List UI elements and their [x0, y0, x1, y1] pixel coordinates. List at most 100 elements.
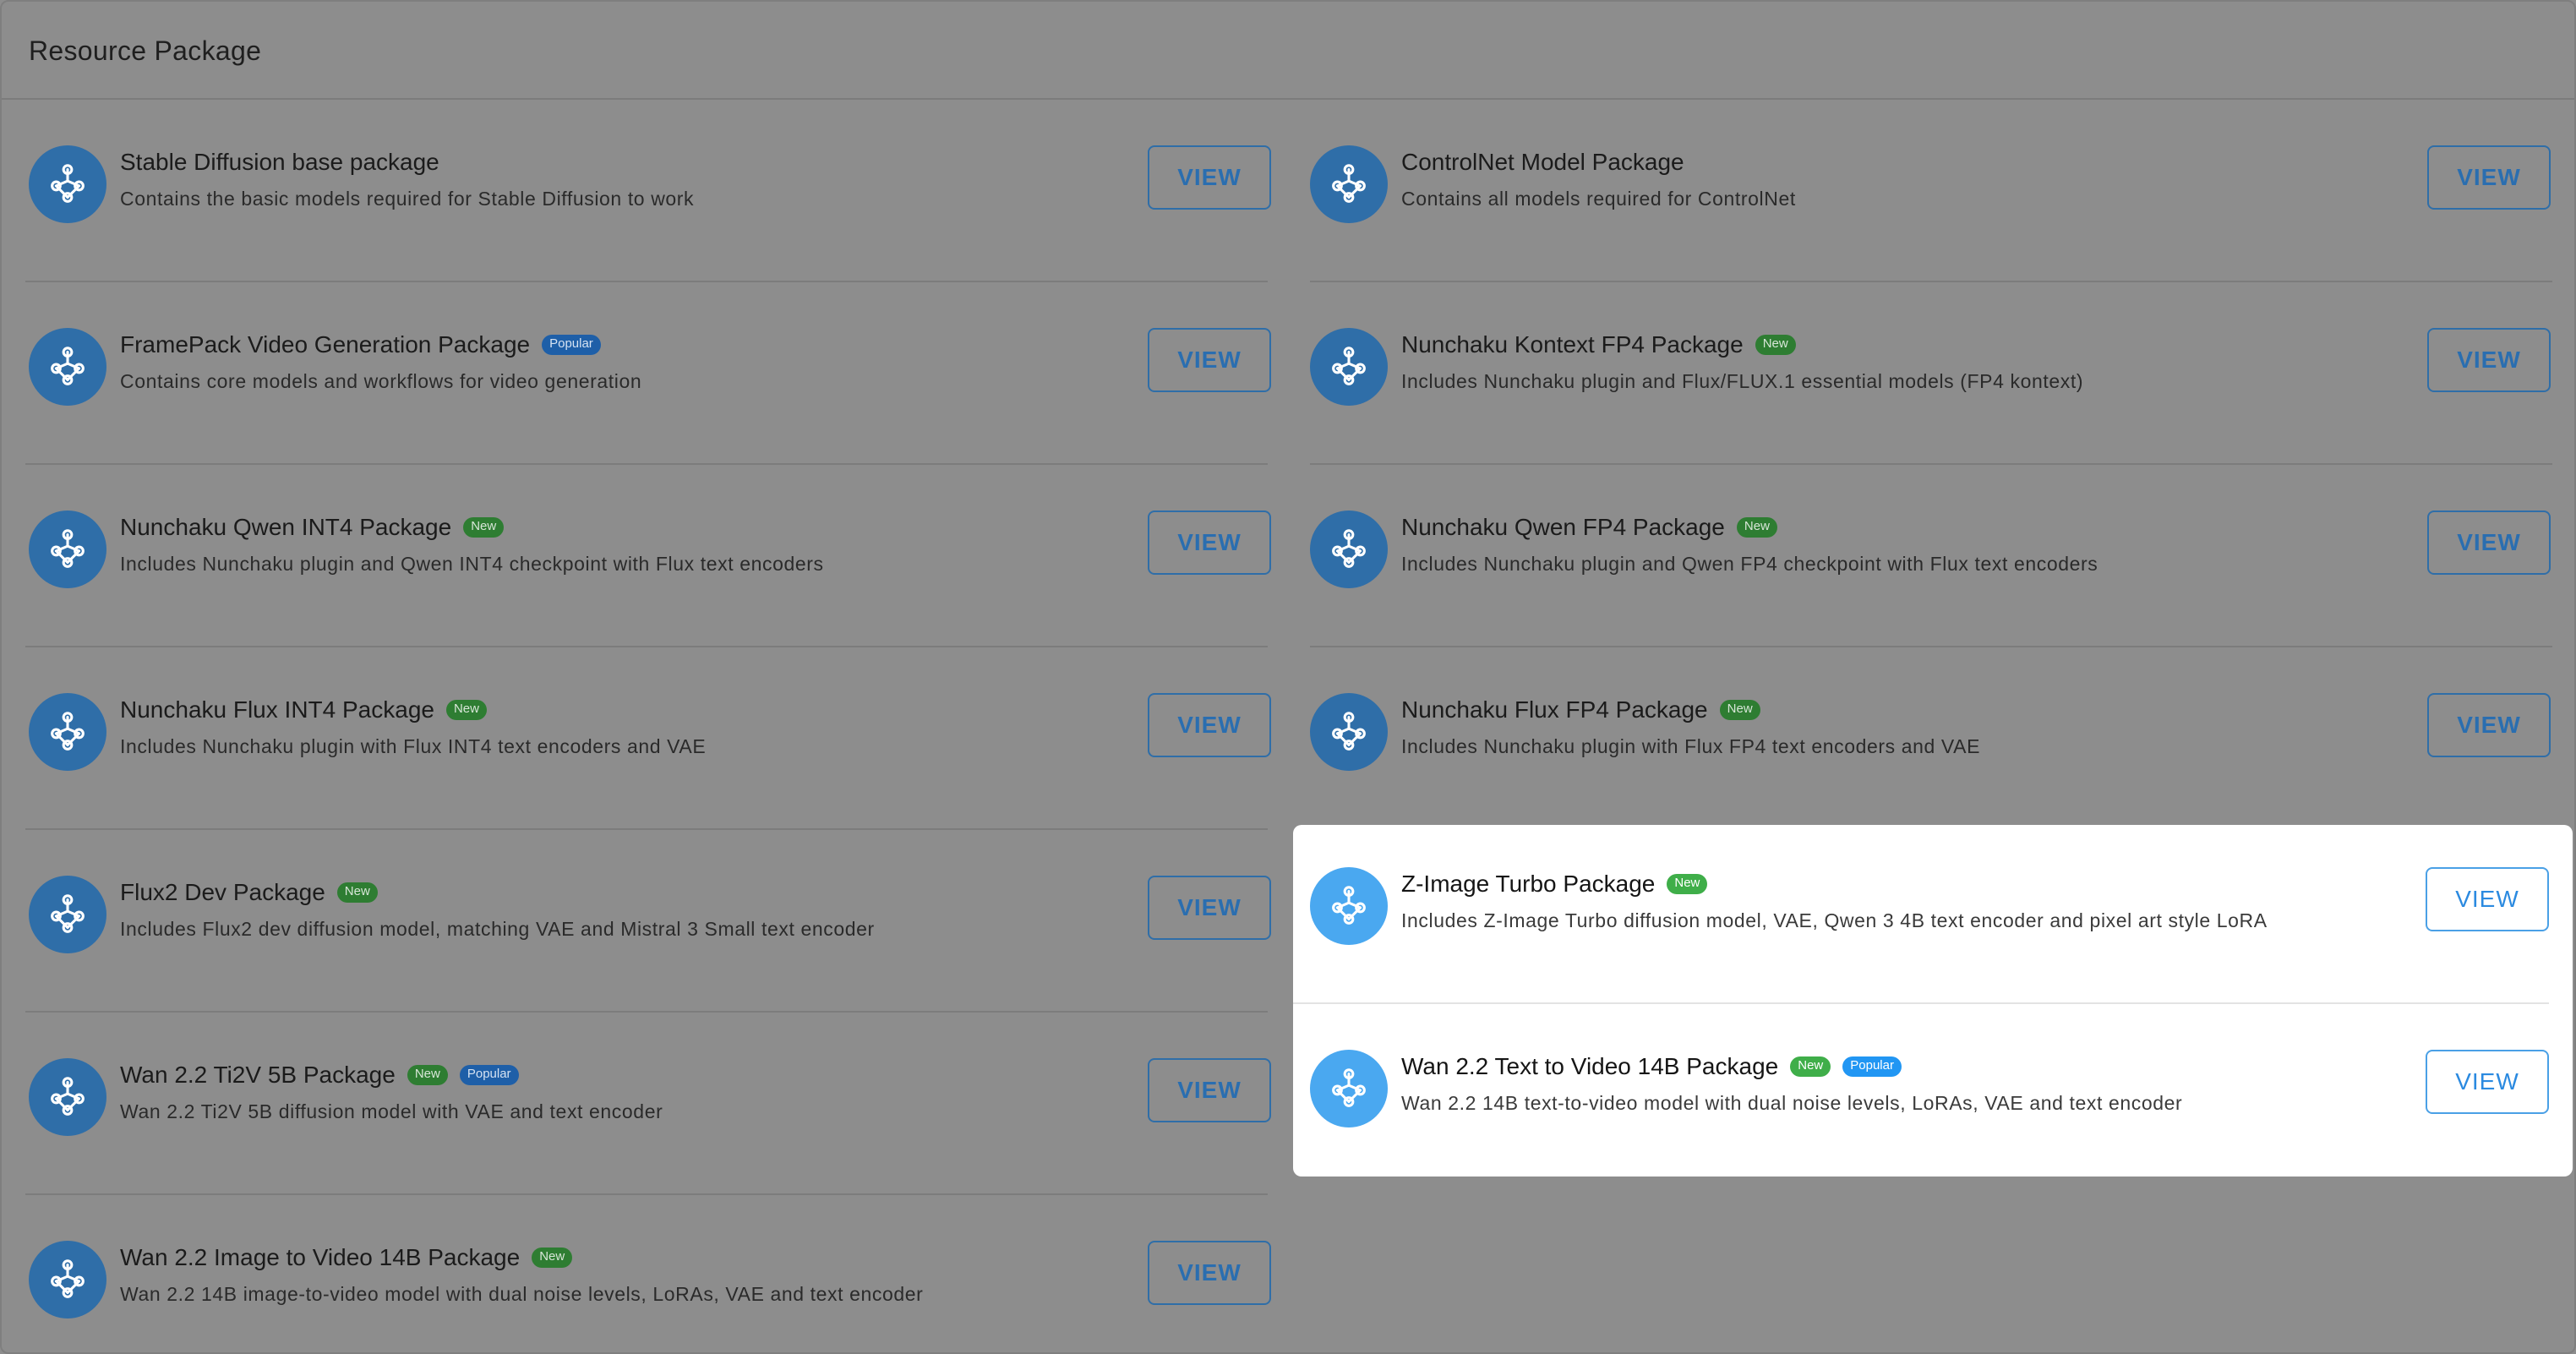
- highlighted-package-panel: Z-Image Turbo Package New Includes Z-Image…: [1293, 825, 2573, 1177]
- package-card-nunchaku-qwen-fp4-package: Nunchaku Qwen FP4 Package New Includes Nun…: [1295, 465, 2573, 642]
- package-description: Wan 2.2 14B image-to-video model with du…: [120, 1283, 924, 1305]
- package-network-icon: [1310, 1050, 1388, 1127]
- package-title: ControlNet Model Package: [1401, 149, 1684, 175]
- view-button[interactable]: VIEW: [1148, 328, 1271, 392]
- package-network-icon: [29, 328, 106, 406]
- package-title: Nunchaku Flux INT4 Package: [120, 696, 434, 723]
- view-button[interactable]: VIEW: [2427, 328, 2551, 392]
- view-button[interactable]: VIEW: [2427, 693, 2551, 757]
- row-divider: [1310, 281, 2552, 282]
- package-network-icon: [29, 145, 106, 223]
- popular-badge: Popular: [1842, 1056, 1902, 1077]
- package-title: Z-Image Turbo Package: [1401, 871, 1656, 897]
- package-description: Includes Nunchaku plugin with Flux INT4 …: [120, 735, 707, 757]
- package-title-row: Nunchaku Kontext FP4 Package New: [1401, 331, 1796, 358]
- row-divider: [1293, 1002, 2549, 1004]
- new-badge: New: [1719, 700, 1760, 720]
- package-description: Includes Nunchaku plugin with Flux FP4 t…: [1401, 735, 1981, 757]
- row-divider: [25, 1193, 1268, 1195]
- package-description: Contains the basic models required for S…: [120, 188, 695, 210]
- package-description: Wan 2.2 14B text-to-video model with dua…: [1401, 1092, 2183, 1114]
- package-card-nunchaku-qwen-int4-package: Nunchaku Qwen INT4 Package New Includes Nu…: [2, 465, 1281, 642]
- package-title-row: Nunchaku Qwen INT4 Package New: [120, 514, 505, 541]
- package-network-icon: [29, 876, 106, 953]
- package-description: Wan 2.2 Ti2V 5B diffusion model with VAE…: [120, 1100, 663, 1122]
- package-title: Nunchaku Qwen FP4 Package: [1401, 514, 1725, 540]
- view-button[interactable]: VIEW: [2426, 1050, 2549, 1114]
- package-network-icon: [1310, 510, 1388, 588]
- page-title: Resource Package: [29, 35, 262, 66]
- package-title-row: Flux2 Dev Package New: [120, 879, 378, 906]
- row-divider: [1310, 463, 2552, 465]
- package-network-icon: [29, 510, 106, 588]
- package-description: Includes Nunchaku plugin and Qwen INT4 c…: [120, 553, 824, 575]
- new-badge: New: [1790, 1056, 1831, 1077]
- view-button[interactable]: VIEW: [1148, 1058, 1271, 1122]
- package-network-icon: [29, 1241, 106, 1319]
- package-title: Flux2 Dev Package: [120, 879, 325, 905]
- package-card-wan-2-2-text-to-video-14b-package: Wan 2.2 Text to Video 14B Package New Popu…: [1293, 1004, 2573, 1182]
- row-divider: [25, 281, 1268, 282]
- package-title-row: Nunchaku Qwen FP4 Package New: [1401, 514, 1777, 541]
- package-title: Nunchaku Flux FP4 Package: [1401, 696, 1708, 723]
- package-title: Wan 2.2 Ti2V 5B Package: [120, 1062, 396, 1088]
- package-description: Contains core models and workflows for v…: [120, 370, 642, 392]
- new-badge: New: [1667, 874, 1708, 894]
- view-button[interactable]: VIEW: [1148, 876, 1271, 940]
- view-button[interactable]: VIEW: [1148, 693, 1271, 757]
- package-card-nunchaku-kontext-fp4-package: Nunchaku Kontext FP4 Package New Includes …: [1295, 282, 2573, 460]
- view-button[interactable]: VIEW: [2427, 510, 2551, 575]
- row-divider: [25, 646, 1268, 647]
- new-badge: New: [532, 1248, 573, 1268]
- view-button[interactable]: VIEW: [1148, 1241, 1271, 1305]
- package-title: Nunchaku Kontext FP4 Package: [1401, 331, 1744, 358]
- package-title: FramePack Video Generation Package: [120, 331, 531, 358]
- package-description: Contains all models required for Control…: [1401, 188, 1796, 210]
- row-divider: [25, 463, 1268, 465]
- new-badge: New: [1736, 517, 1777, 538]
- package-card-controlnet-model-package: ControlNet Model Package Contains all mod…: [1295, 100, 2573, 277]
- new-badge: New: [407, 1065, 448, 1085]
- package-card-stable-diffusion-base-package: Stable Diffusion base package Contains th…: [2, 100, 1281, 277]
- view-button[interactable]: VIEW: [2427, 145, 2551, 210]
- package-network-icon: [1310, 867, 1388, 945]
- package-title-row: FramePack Video Generation Package Popula…: [120, 331, 601, 358]
- package-title-row: Nunchaku Flux FP4 Package New: [1401, 696, 1760, 723]
- package-title: Nunchaku Qwen INT4 Package: [120, 514, 452, 540]
- package-card-framepack-video-generation-package: FramePack Video Generation Package Popula…: [2, 282, 1281, 460]
- new-badge: New: [336, 882, 378, 903]
- package-network-icon: [29, 693, 106, 771]
- package-title: Wan 2.2 Text to Video 14B Package: [1401, 1053, 1779, 1079]
- new-badge: New: [1755, 335, 1796, 355]
- row-divider: [1310, 646, 2552, 647]
- dialog-header: Resource Package: [2, 2, 2574, 100]
- package-title-row: ControlNet Model Package: [1401, 149, 1684, 176]
- package-card-wan-2-2-ti2v-5b-package: Wan 2.2 Ti2V 5B Package New Popular Wan 2.2…: [2, 1013, 1281, 1190]
- package-title-row: Wan 2.2 Image to Video 14B Package New: [120, 1244, 573, 1271]
- row-divider: [25, 828, 1268, 830]
- new-badge: New: [445, 700, 487, 720]
- view-button[interactable]: VIEW: [1148, 145, 1271, 210]
- package-card-flux2-dev-package: Flux2 Dev Package New Includes Flux2 dev d…: [2, 830, 1281, 1007]
- package-title-row: Stable Diffusion base package: [120, 149, 439, 176]
- popular-badge: Popular: [459, 1065, 519, 1085]
- package-card-nunchaku-flux-int4-package: Nunchaku Flux INT4 Package New Includes Nu…: [2, 647, 1281, 825]
- package-title-row: Wan 2.2 Ti2V 5B Package New Popular: [120, 1062, 519, 1089]
- package-card-wan-2-2-image-to-video-14b-package: Wan 2.2 Image to Video 14B Package New Wan…: [2, 1195, 1281, 1352]
- package-title-row: Nunchaku Flux INT4 Package New: [120, 696, 487, 723]
- package-card-z-image-turbo-package: Z-Image Turbo Package New Includes Z-Image…: [1293, 822, 2573, 999]
- popular-badge: Popular: [542, 335, 601, 355]
- package-description: Includes Nunchaku plugin and Qwen FP4 ch…: [1401, 553, 2098, 575]
- package-description: Includes Flux2 dev diffusion model, matc…: [120, 918, 875, 940]
- package-description: Includes Z-Image Turbo diffusion model, …: [1401, 909, 2268, 931]
- view-button[interactable]: VIEW: [2426, 867, 2549, 931]
- new-badge: New: [463, 517, 505, 538]
- package-network-icon: [1310, 145, 1388, 223]
- package-card-nunchaku-flux-fp4-package: Nunchaku Flux FP4 Package New Includes Nun…: [1295, 647, 2573, 825]
- row-divider: [25, 1011, 1268, 1013]
- view-button[interactable]: VIEW: [1148, 510, 1271, 575]
- package-title: Stable Diffusion base package: [120, 149, 439, 175]
- package-title-row: Z-Image Turbo Package New: [1401, 871, 1708, 898]
- package-network-icon: [1310, 328, 1388, 406]
- package-network-icon: [29, 1058, 106, 1136]
